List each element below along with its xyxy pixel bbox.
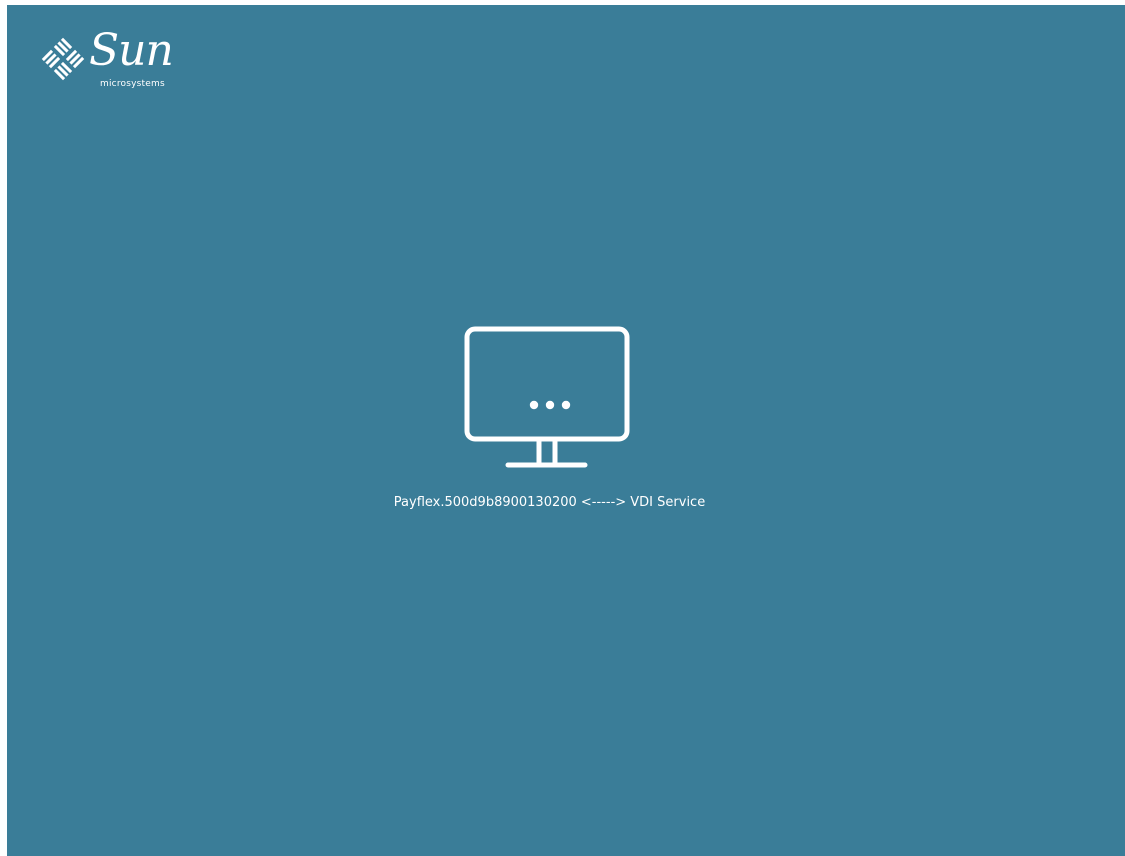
monitor-icon xyxy=(464,326,630,468)
session-screen: Sun microsystems Payflex.500d9b890013020… xyxy=(7,5,1125,856)
logo-subtitle: microsystems xyxy=(100,79,165,89)
sun-logo-icon xyxy=(41,37,85,81)
dot-1 xyxy=(529,400,539,410)
dot-2 xyxy=(545,400,555,410)
sun-logo: Sun microsystems xyxy=(40,27,190,93)
dot-3 xyxy=(561,400,571,410)
connection-status-text: Payflex.500d9b8900130200 <-----> VDI Ser… xyxy=(393,495,706,510)
logo-wordmark: Sun xyxy=(89,25,174,76)
